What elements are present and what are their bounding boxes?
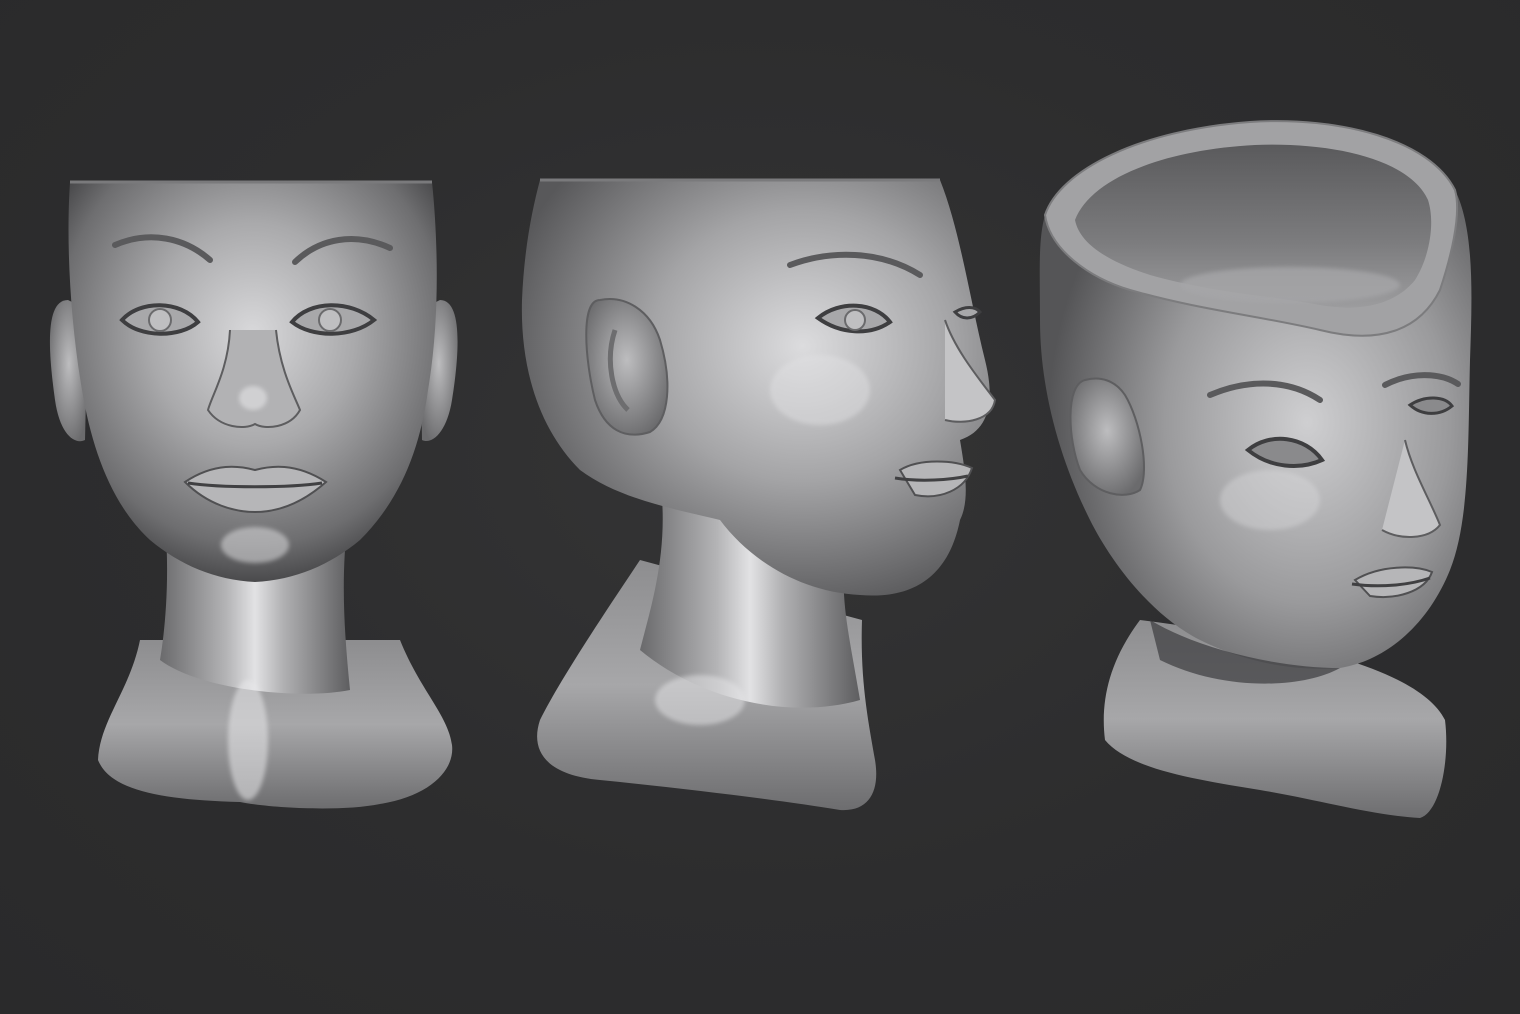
sculpt-render: [49, 120, 1472, 818]
side-cheek-highlight: [770, 355, 870, 425]
side-view-head: [521, 178, 997, 811]
front-iris-left: [148, 308, 172, 332]
front-view-head: [49, 180, 458, 809]
front-iris-right: [318, 308, 342, 332]
side-iris: [844, 309, 866, 331]
top-cheek-highlight: [1220, 470, 1320, 530]
top-bowl-floor: [1180, 267, 1400, 303]
side-eye-far: [952, 306, 983, 320]
front-chin-highlight: [221, 527, 289, 563]
front-nose-tip-highlight: [239, 386, 267, 410]
front-neck-highlight: [228, 680, 268, 800]
top-view-head: [1039, 120, 1472, 818]
top-eye-right: [1407, 396, 1455, 415]
render-viewport: [0, 0, 1520, 1014]
side-neck-highlight: [655, 675, 745, 725]
